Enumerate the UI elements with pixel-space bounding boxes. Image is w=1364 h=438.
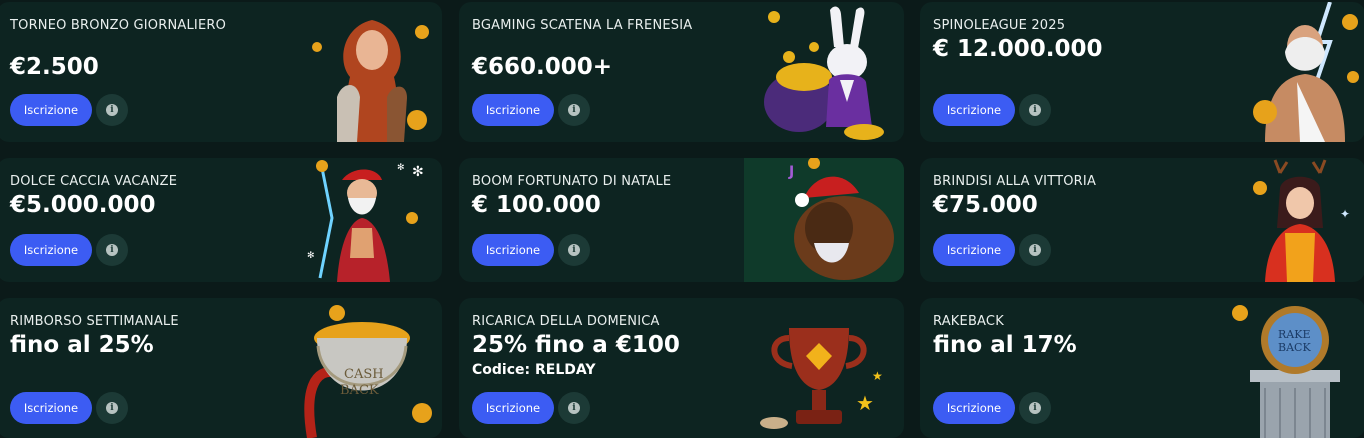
info-icon: i xyxy=(568,244,580,256)
svg-text:CASH: CASH xyxy=(344,367,384,382)
promo-card-bgaming[interactable]: BGaming scatena la frenesia €660.000+ Is… xyxy=(459,2,904,142)
promo-title: Brindisi alla Vittoria xyxy=(933,174,1097,189)
promo-amount: €5.000.000 xyxy=(10,192,156,218)
reindeer-girl-icon: ✦ xyxy=(1205,158,1364,282)
info-icon: i xyxy=(568,104,580,116)
signup-button[interactable]: Iscrizione xyxy=(10,94,92,126)
info-button[interactable]: i xyxy=(96,392,128,424)
info-button[interactable]: i xyxy=(1019,94,1051,126)
info-button[interactable]: i xyxy=(558,234,590,266)
signup-button[interactable]: Iscrizione xyxy=(472,94,554,126)
info-icon: i xyxy=(106,402,118,414)
promo-card-dolce-caccia[interactable]: Dolce Caccia Vacanze €5.000.000 Iscrizio… xyxy=(0,158,442,282)
signup-button[interactable]: Iscrizione xyxy=(472,392,554,424)
promo-amount: fino al 17% xyxy=(933,332,1077,358)
promo-amount: €2.500 xyxy=(10,54,99,80)
promo-amount: 25% fino a €100 xyxy=(472,332,680,358)
rabbit-coins-icon xyxy=(744,2,904,142)
svg-text:BACK: BACK xyxy=(1278,341,1311,354)
info-button[interactable]: i xyxy=(1019,392,1051,424)
trophy-cup-icon: ★ ★ xyxy=(744,298,904,438)
signup-button[interactable]: Iscrizione xyxy=(10,234,92,266)
info-icon: i xyxy=(1029,402,1041,414)
promo-title: SpinoLeague 2025 xyxy=(933,18,1066,33)
promo-card-brindisi[interactable]: Brindisi alla Vittoria €75.000 Iscrizion… xyxy=(920,158,1364,282)
info-button[interactable]: i xyxy=(1019,234,1051,266)
promo-amount: €660.000+ xyxy=(472,54,613,80)
promo-card-spinoleague[interactable]: SpinoLeague 2025 € 12.000.000 Iscrizione… xyxy=(920,2,1364,142)
rakeback-pillar-icon: RAKE BACK xyxy=(1205,298,1364,438)
promo-title: Ricarica della domenica xyxy=(472,314,660,329)
info-button[interactable]: i xyxy=(96,234,128,266)
promo-title: Boom Fortunato di Natale xyxy=(472,174,672,189)
signup-button[interactable]: Iscrizione xyxy=(933,234,1015,266)
info-icon: i xyxy=(106,104,118,116)
signup-button[interactable]: Iscrizione xyxy=(933,392,1015,424)
promo-title: Torneo Bronzo Giornaliero xyxy=(10,18,227,33)
info-icon: i xyxy=(568,402,580,414)
promo-amount: €75.000 xyxy=(933,192,1038,218)
svg-text:★: ★ xyxy=(856,391,874,415)
promo-card-boom-fortunato[interactable]: Boom Fortunato di Natale € 100.000 Iscri… xyxy=(459,158,904,282)
zeus-lightning-icon xyxy=(1205,2,1364,142)
svg-text:✻: ✻ xyxy=(397,163,405,173)
signup-button[interactable]: Iscrizione xyxy=(933,94,1015,126)
info-button[interactable]: i xyxy=(558,392,590,424)
info-icon: i xyxy=(1029,244,1041,256)
info-icon: i xyxy=(1029,104,1041,116)
promo-card-ricarica[interactable]: Ricarica della domenica 25% fino a €100 … xyxy=(459,298,904,438)
promo-title: Rimborso settimanale xyxy=(10,314,179,329)
promo-amount: € 100.000 xyxy=(472,192,601,218)
promo-card-rimborso[interactable]: Rimborso settimanale fino al 25% Iscrizi… xyxy=(0,298,442,438)
signup-button[interactable]: Iscrizione xyxy=(472,234,554,266)
info-button[interactable]: i xyxy=(96,94,128,126)
promo-card-rakeback[interactable]: Rakeback fino al 17% Iscrizione i RAKE B… xyxy=(920,298,1364,438)
svg-text:✻: ✻ xyxy=(412,164,424,180)
promo-amount: fino al 25% xyxy=(10,332,154,358)
svg-text:★: ★ xyxy=(872,369,883,383)
promo-title: Dolce Caccia Vacanze xyxy=(10,174,178,189)
cashback-pot-icon: CASH BACK xyxy=(282,298,442,438)
promo-title: BGaming scatena la frenesia xyxy=(472,18,693,33)
bison-santa-hat-icon: J xyxy=(744,158,904,282)
svg-text:✻: ✻ xyxy=(307,251,315,261)
warrior-woman-coins-icon xyxy=(282,2,442,142)
svg-text:J: J xyxy=(788,164,794,180)
promo-code: Codice: RELDAY xyxy=(472,362,596,378)
signup-button[interactable]: Iscrizione xyxy=(10,392,92,424)
promo-title: Rakeback xyxy=(933,314,1004,329)
svg-text:BACK: BACK xyxy=(340,383,379,398)
promo-card-torneo-bronzo[interactable]: Torneo Bronzo Giornaliero €2.500 Iscrizi… xyxy=(0,2,442,142)
svg-text:RAKE: RAKE xyxy=(1278,328,1310,341)
santa-warrior-icon: ✻ ✻ ✻ xyxy=(282,158,442,282)
svg-text:✦: ✦ xyxy=(1340,207,1350,221)
info-button[interactable]: i xyxy=(558,94,590,126)
info-icon: i xyxy=(106,244,118,256)
promo-amount: € 12.000.000 xyxy=(933,36,1103,62)
